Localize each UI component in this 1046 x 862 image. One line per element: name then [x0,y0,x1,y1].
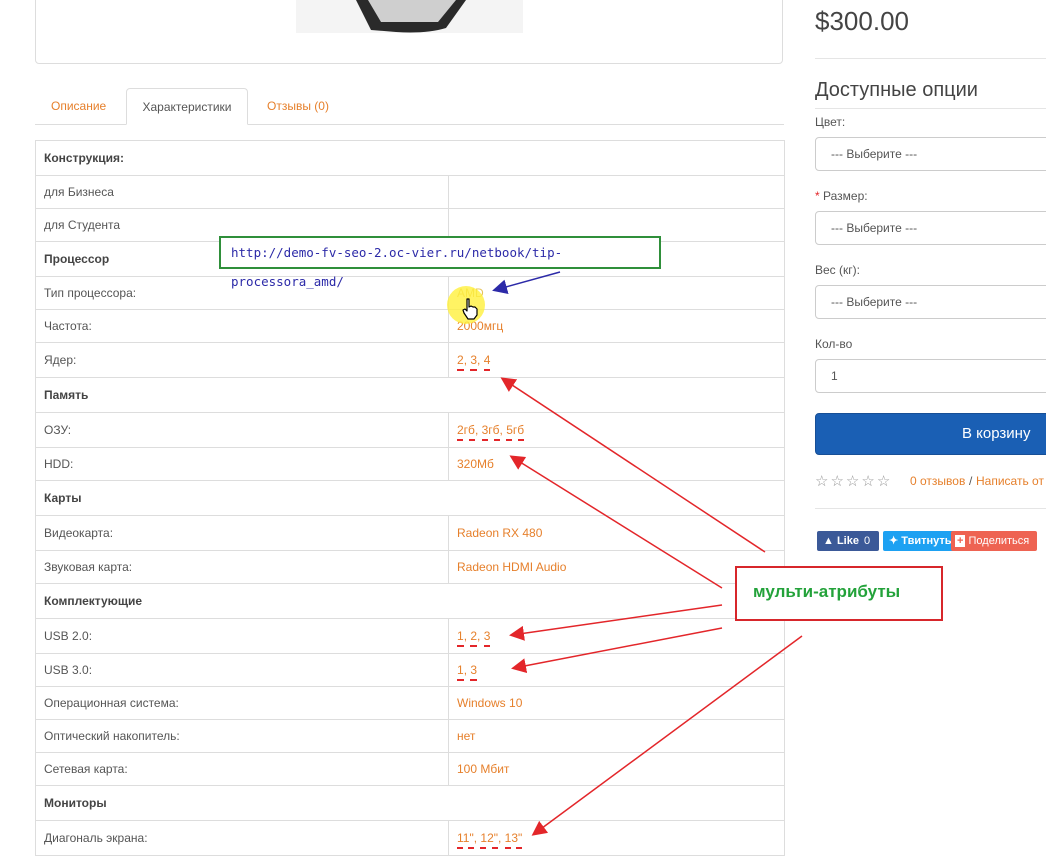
arrow-to-cores [500,377,766,553]
arrow-to-usb2 [509,604,723,641]
arrow-to-diagonal [531,635,803,836]
annotation-arrows [492,271,803,836]
arrow-to-amd [492,271,561,295]
arrow-to-usb3 [511,627,723,674]
arrow-to-hdd [509,455,723,589]
